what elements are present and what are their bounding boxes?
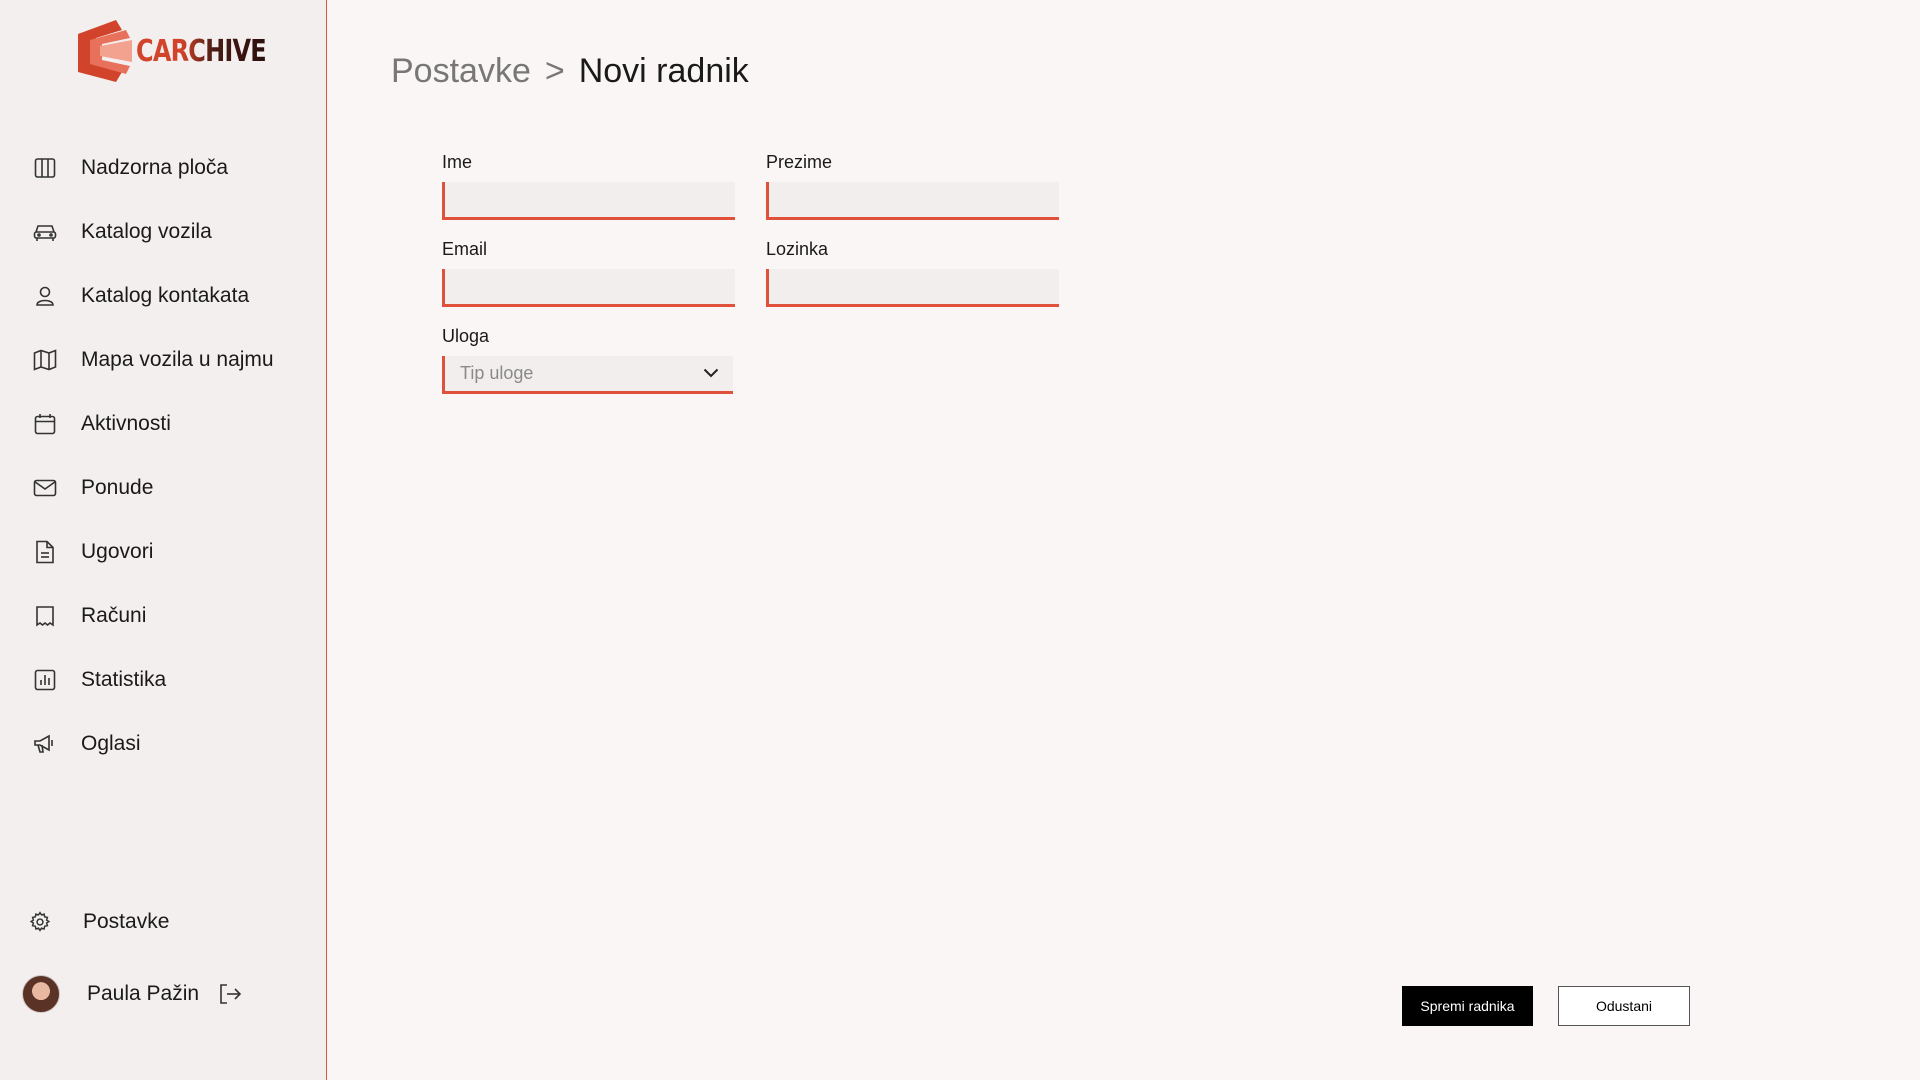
sidebar-item-label: Oglasi (81, 732, 141, 755)
breadcrumb: Postavke > Novi radnik (391, 52, 749, 91)
save-employee-button[interactable]: Spremi radnika (1402, 986, 1533, 1026)
user-icon (31, 282, 59, 310)
page-title: Novi radnik (578, 52, 749, 90)
sidebar-item-label: Katalog vozila (81, 220, 212, 243)
role-label: Uloga (442, 326, 490, 346)
carchive-logo-mark (78, 20, 132, 82)
role-select-placeholder: Tip uloge (460, 363, 534, 383)
sidebar-item-contracts[interactable]: Ugovori (0, 532, 327, 572)
breadcrumb-parent-link[interactable]: Postavke (391, 52, 531, 91)
role-field-group: Uloga Tip uloge (442, 326, 735, 394)
sidebar-item-settings[interactable]: Postavke (0, 902, 169, 942)
sidebar-item-contact-catalog[interactable]: Katalog kontakata (0, 276, 327, 316)
sidebar-nav: Nadzorna ploča Katalog vozila Katalog ko… (0, 148, 327, 788)
user-name: Paula Pažin (87, 982, 200, 1005)
sidebar-item-vehicle-catalog[interactable]: Katalog vozila (0, 212, 327, 252)
email-input[interactable] (442, 269, 735, 307)
mail-icon (31, 474, 59, 502)
document-icon (31, 538, 59, 566)
password-label: Lozinka (766, 239, 829, 259)
sidebar-item-activities[interactable]: Aktivnosti (0, 404, 327, 444)
cancel-button[interactable]: Odustani (1558, 986, 1690, 1026)
first-name-field-group: Ime (442, 152, 735, 220)
sidebar-item-label: Ugovori (81, 540, 154, 563)
last-name-input[interactable] (766, 182, 1059, 220)
sidebar-item-label: Katalog kontakata (81, 284, 250, 307)
last-name-label: Prezime (766, 152, 833, 172)
first-name-input[interactable] (442, 182, 735, 220)
avatar[interactable] (22, 975, 60, 1013)
user-profile: Paula Pažin (22, 975, 242, 1013)
megaphone-icon (31, 730, 59, 758)
breadcrumb-separator: > (544, 52, 565, 90)
password-field-group: Lozinka (766, 239, 1059, 307)
receipt-icon (31, 602, 59, 630)
password-input[interactable] (766, 269, 1059, 307)
role-select[interactable]: Tip uloge (442, 356, 733, 394)
sidebar-item-label: Mapa vozila u najmu (81, 348, 274, 371)
sidebar-item-statistics[interactable]: Statistika (0, 660, 327, 700)
sidebar-item-label: Aktivnosti (81, 412, 171, 435)
last-name-field-group: Prezime (766, 152, 1059, 220)
carchive-logo[interactable]: CARCHIVE (76, 20, 298, 82)
sidebar-item-offers[interactable]: Ponude (0, 468, 327, 508)
sidebar-item-invoices[interactable]: Računi (0, 596, 327, 636)
bar-chart-icon (31, 666, 59, 694)
email-label: Email (442, 239, 488, 259)
sidebar-item-label: Računi (81, 604, 147, 627)
email-field-group: Email (442, 239, 735, 307)
settings-label: Postavke (83, 910, 170, 933)
calendar-icon (31, 410, 59, 438)
car-icon (31, 218, 59, 246)
sidebar: CARCHIVE Nadzorna ploča Katalog vozila K… (0, 0, 327, 1080)
map-icon (31, 346, 59, 374)
sidebar-item-rental-map[interactable]: Mapa vozila u najmu (0, 340, 327, 380)
sidebar-item-label: Nadzorna ploča (81, 156, 229, 179)
gear-icon (26, 908, 54, 936)
sidebar-item-dashboard[interactable]: Nadzorna ploča (0, 148, 327, 188)
sidebar-item-label: Statistika (81, 668, 167, 691)
sidebar-item-ads[interactable]: Oglasi (0, 724, 327, 764)
logout-icon[interactable] (218, 983, 242, 1005)
dashboard-columns-icon (31, 154, 59, 182)
first-name-label: Ime (442, 152, 473, 172)
chevron-down-icon (703, 365, 719, 383)
logo-text: CARCHIVE (136, 33, 267, 69)
sidebar-item-label: Ponude (81, 476, 154, 499)
